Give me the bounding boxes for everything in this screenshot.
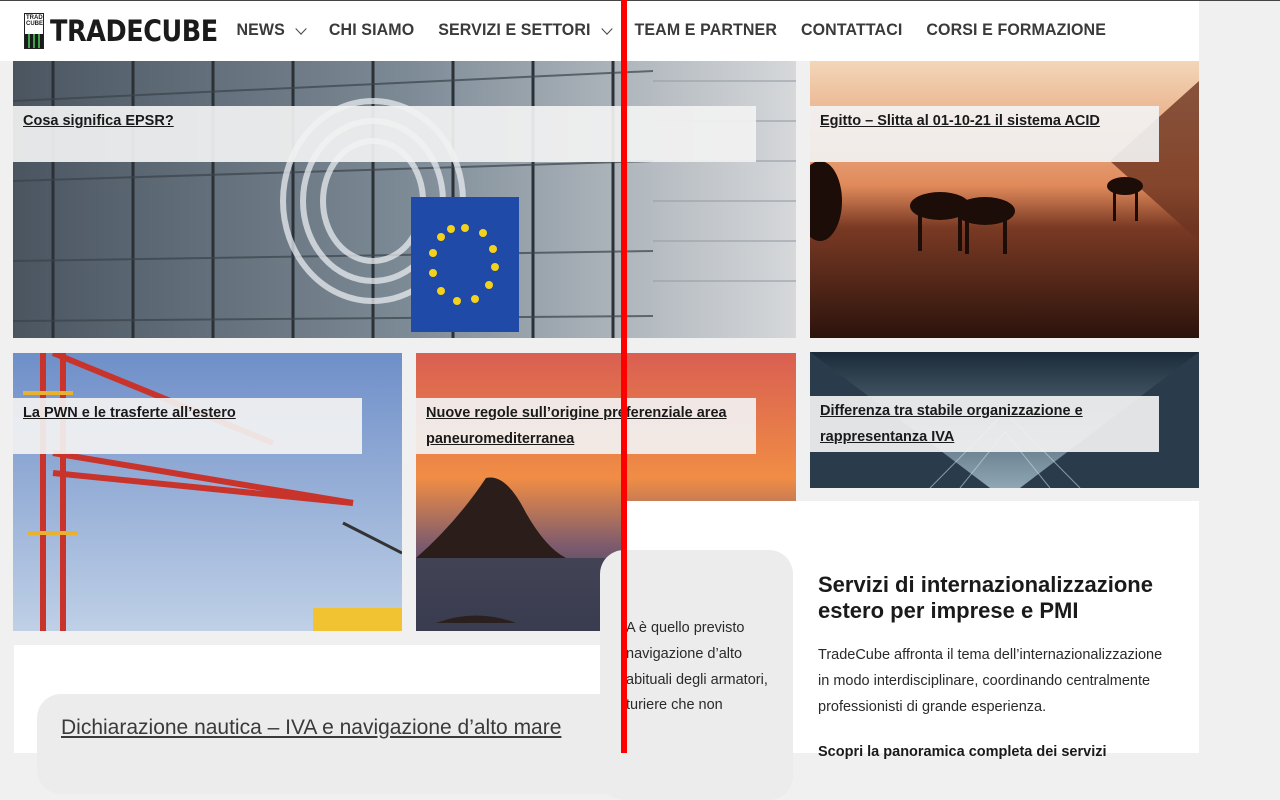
crane-image — [13, 353, 402, 631]
services-body: TradeCube affronta il tema dell’internaz… — [818, 647, 1163, 715]
eu-parliament-image — [13, 61, 796, 338]
news-card-title[interactable]: Nuove regole sull’origine preferenziale … — [416, 398, 756, 454]
news-card-title[interactable]: Egitto – Slitta al 01-10-21 il sistema A… — [810, 106, 1159, 162]
nav-team-label: TEAM E PARTNER — [634, 21, 777, 39]
news-card-stabile[interactable]: Differenza tra stabile organizzazione e … — [810, 352, 1199, 488]
top-border — [0, 0, 1280, 1]
article-excerpt-line: A è quello previsto — [626, 620, 745, 636]
article-panel-left — [37, 694, 637, 794]
news-card-pwn[interactable]: La PWN e le trasferte all’estero — [13, 353, 402, 631]
site-header: TRADE CUBE TRADECUBE NEWS CHI SIAMO SERV… — [0, 0, 1199, 61]
nav-servizi-settori[interactable]: SERVIZI E SETTORI — [438, 21, 613, 40]
article-title-link[interactable]: Dichiarazione nautica – IVA e navigazion… — [61, 716, 561, 740]
article-excerpt-line: turiere che non — [626, 697, 723, 713]
egypt-camels-image — [810, 61, 1199, 338]
nav-contattaci-label: CONTATTACI — [800, 21, 903, 39]
nav-chi-siamo-label: CHI SIAMO — [328, 21, 415, 39]
article-excerpt-line: navigazione d’alto — [626, 646, 743, 662]
main-nav: NEWS CHI SIAMO SERVIZI E SETTORI TEAM E … — [213, 0, 1107, 61]
services-cta-link[interactable]: Scopri la panoramica completa dei serviz… — [818, 744, 1178, 760]
nav-news[interactable]: NEWS — [236, 21, 307, 40]
nav-servizi-label: SERVIZI E SETTORI — [438, 21, 591, 39]
nav-team-partner[interactable]: TEAM E PARTNER — [635, 21, 777, 40]
nav-corsi-formazione[interactable]: CORSI E FORMAZIONE — [926, 21, 1106, 40]
red-divider-line — [621, 0, 627, 753]
logo-small-text: TRADE CUBE — [26, 15, 44, 27]
services-title: Servizi di internazionalizzazione estero… — [818, 572, 1153, 623]
logo-icon: TRADE CUBE — [24, 13, 44, 49]
chevron-down-icon — [600, 21, 613, 34]
nav-news-label: NEWS — [236, 21, 285, 39]
news-card-title[interactable]: La PWN e le trasferte all’estero — [13, 398, 362, 454]
news-card-title[interactable]: Differenza tra stabile organizzazione e … — [810, 396, 1159, 452]
news-card-epsr[interactable]: Cosa significa EPSR? — [13, 61, 796, 338]
nav-corsi-label: CORSI E FORMAZIONE — [926, 21, 1106, 39]
chevron-down-icon — [295, 21, 307, 34]
news-card-egitto[interactable]: Egitto – Slitta al 01-10-21 il sistema A… — [810, 61, 1199, 338]
article-excerpt-line: abituali degli armatori, — [626, 672, 768, 688]
site-logo[interactable]: TRADE CUBE TRADECUBE — [24, 13, 241, 49]
nav-chi-siamo[interactable]: CHI SIAMO — [329, 21, 414, 40]
logo-text: TRADECUBE — [50, 14, 218, 48]
nav-contattaci[interactable]: CONTATTACI — [801, 21, 902, 40]
news-card-title[interactable]: Cosa significa EPSR? — [13, 106, 756, 162]
